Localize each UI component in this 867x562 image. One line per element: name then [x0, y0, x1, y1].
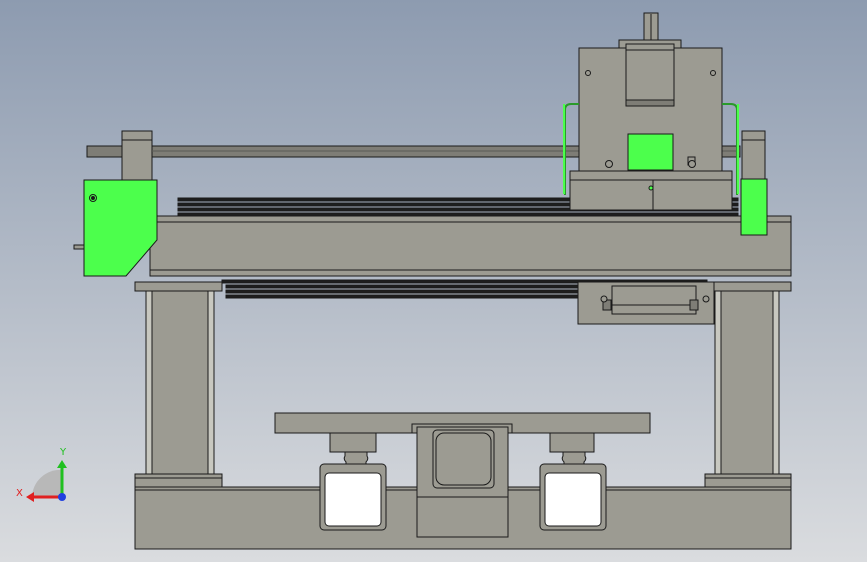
right-column[interactable]	[704, 281, 792, 475]
right-column-base-plate[interactable]	[704, 473, 792, 488]
cross-beam[interactable]	[149, 215, 792, 277]
right-screw-bearing-block[interactable]	[741, 130, 766, 180]
cad-viewport[interactable]: Y X	[0, 0, 867, 562]
left-rail-profile[interactable]	[319, 463, 387, 531]
x-axis-label: X	[16, 488, 23, 499]
y-axis-label: Y	[59, 447, 67, 458]
upper-carriage[interactable]	[569, 170, 733, 211]
right-rail-profile[interactable]	[539, 463, 607, 531]
z-axis-dot	[58, 493, 66, 501]
right-end-bracket[interactable]	[740, 178, 768, 236]
left-column[interactable]	[134, 281, 223, 475]
table-motor[interactable]	[416, 426, 509, 538]
cad-drawing: Y X	[0, 0, 867, 562]
left-screw-bearing-block[interactable]	[121, 130, 153, 181]
left-column-base-plate[interactable]	[134, 473, 223, 488]
lower-carriage[interactable]	[577, 281, 715, 325]
